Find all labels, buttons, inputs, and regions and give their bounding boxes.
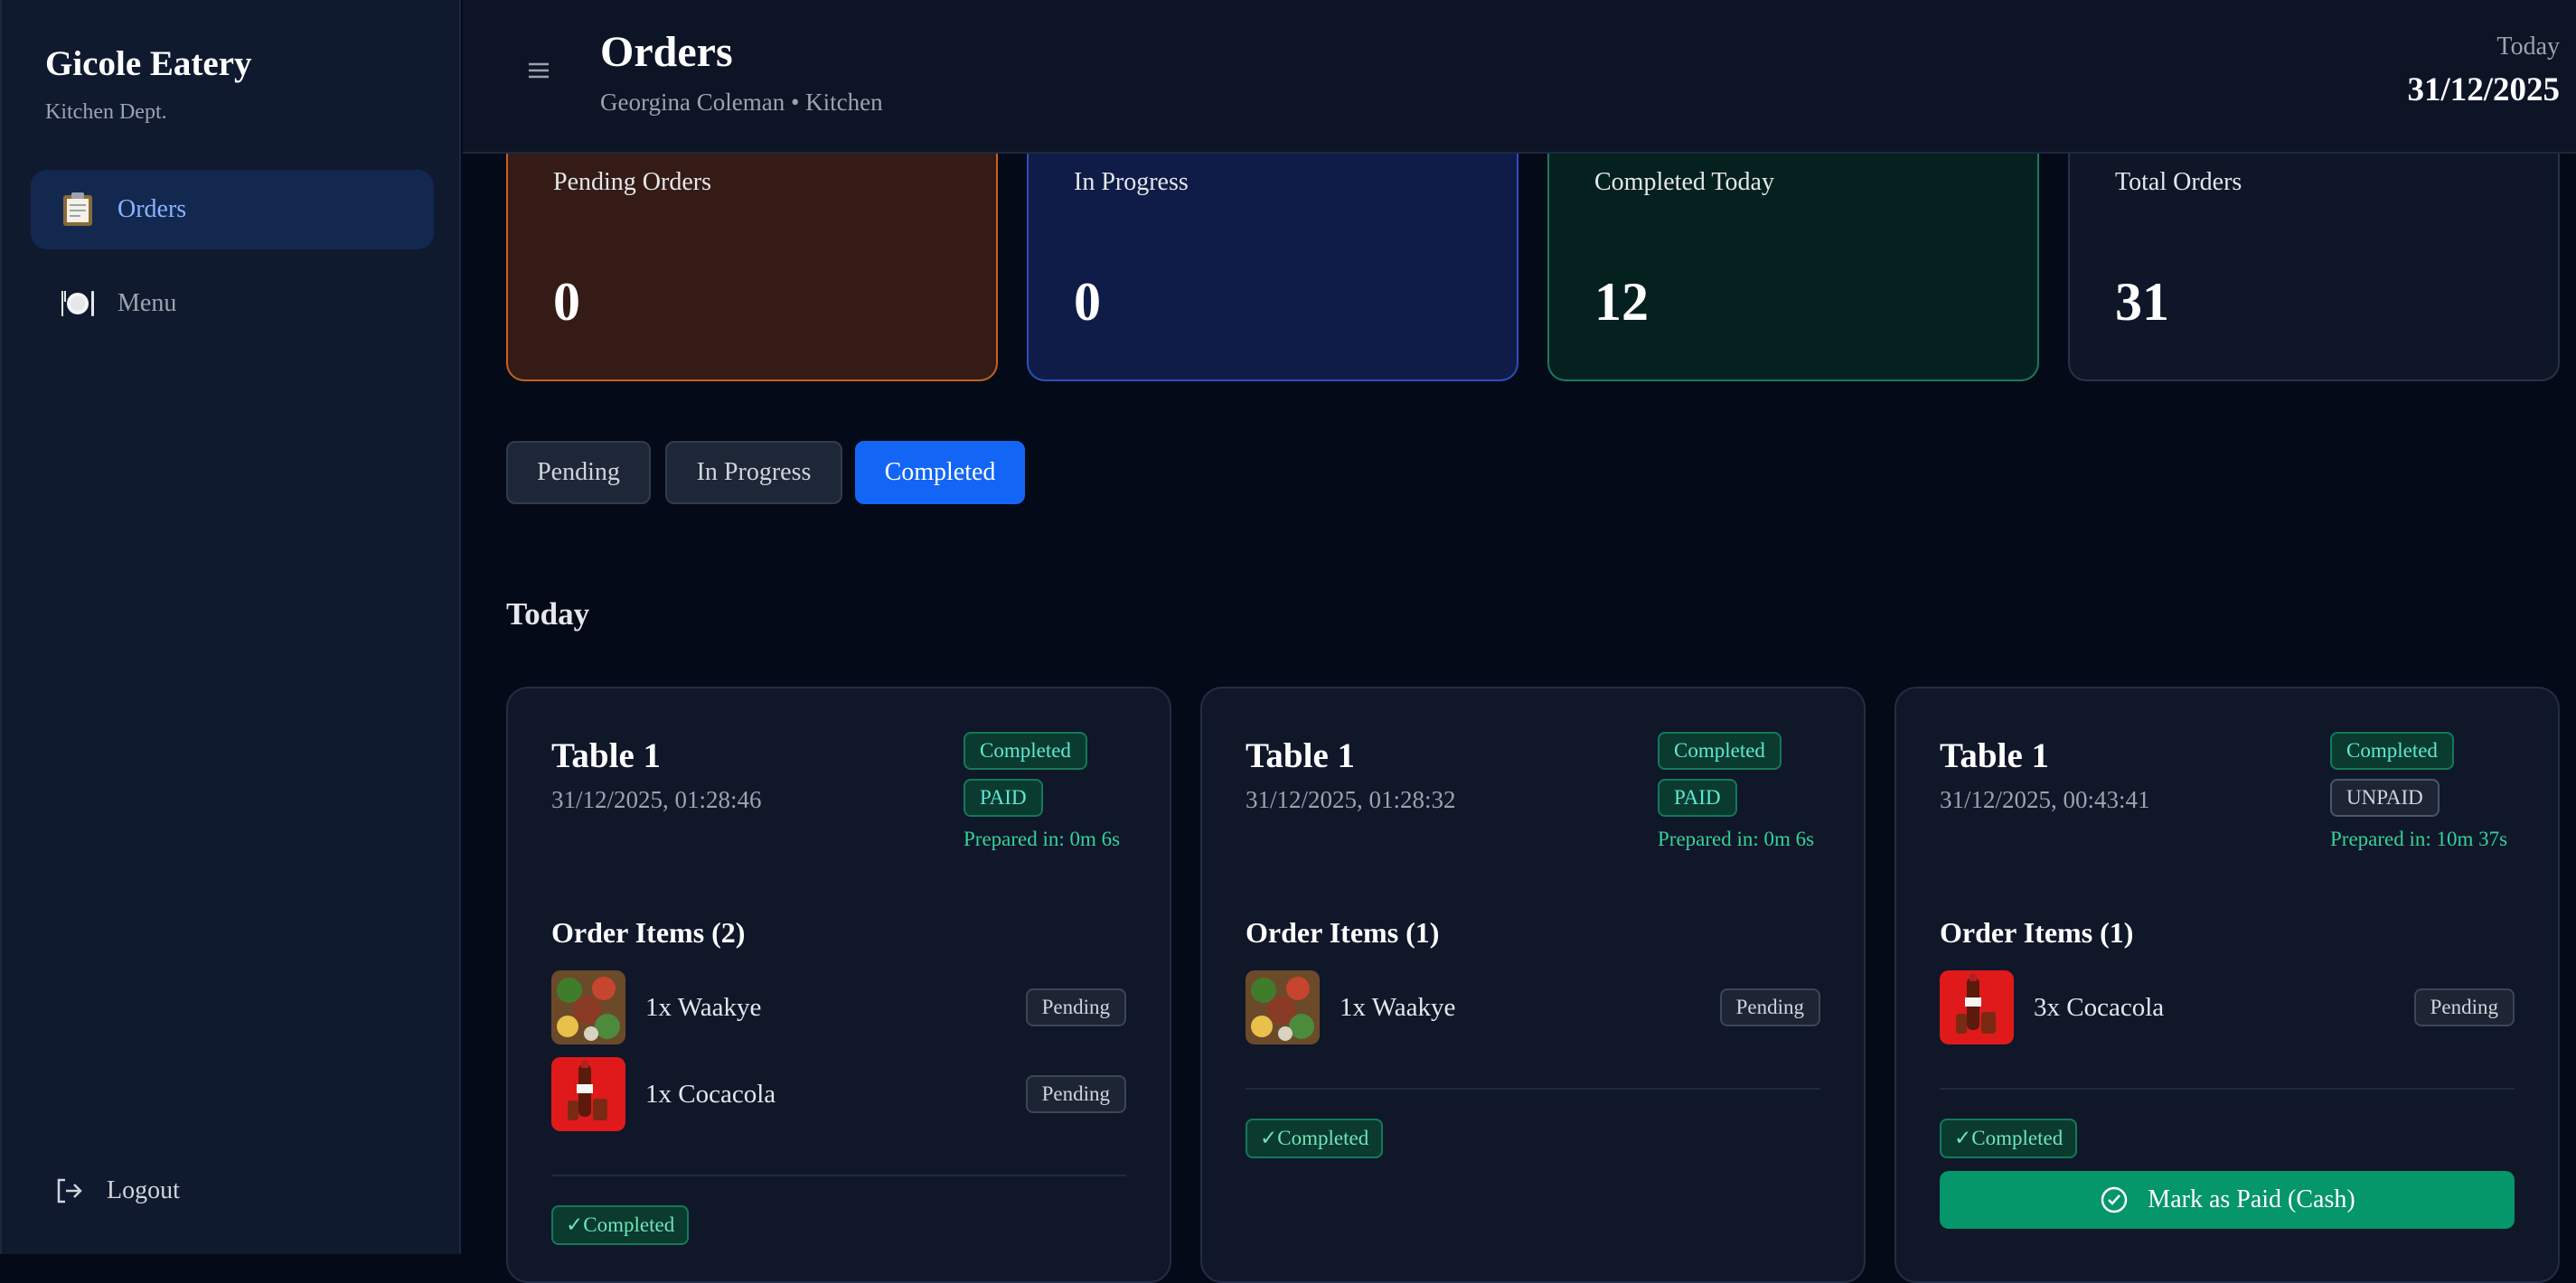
- mark-as-paid-label: Mark as Paid (Cash): [2148, 1185, 2355, 1213]
- hamburger-menu-icon[interactable]: [526, 60, 551, 81]
- order-timestamp: 31/12/2025, 01:28:46: [551, 786, 762, 813]
- order-timestamp: 31/12/2025, 01:28:32: [1246, 786, 1456, 813]
- stat-card-pending: Pending Orders 0: [506, 145, 998, 381]
- stat-card-total-orders: Total Orders 31: [2068, 145, 2560, 381]
- today-label: Today: [2496, 33, 2560, 61]
- divider: [551, 1175, 1126, 1176]
- stat-label: Pending Orders: [553, 168, 711, 196]
- clipboard-icon: [58, 190, 98, 229]
- sidebar-item-label: Orders: [118, 195, 187, 223]
- order-card: Table 1 31/12/2025, 01:28:32 Completed P…: [1200, 687, 1866, 1283]
- waakye-thumbnail: [1246, 970, 1320, 1044]
- item-status-badge: Pending: [1719, 988, 1820, 1026]
- filter-completed-button[interactable]: Completed: [855, 441, 1025, 504]
- logout-label: Logout: [107, 1176, 180, 1204]
- stat-card-in-progress: In Progress 0: [1027, 145, 1518, 381]
- mark-as-paid-button[interactable]: Mark as Paid (Cash): [1940, 1171, 2515, 1229]
- list-item: 1x Waakye Pending: [551, 970, 1126, 1044]
- order-status-badge: Completed: [2330, 732, 2454, 770]
- item-name: 1x Cocacola: [645, 1079, 776, 1109]
- completed-button[interactable]: ✓Completed: [1246, 1119, 1384, 1158]
- page-title: Orders: [600, 28, 733, 76]
- payment-badge: PAID: [1658, 779, 1737, 817]
- order-card: Table 1 31/12/2025, 01:28:46 Completed P…: [506, 687, 1171, 1283]
- cocacola-thumbnail: [1940, 970, 2014, 1044]
- item-status-badge: Pending: [1025, 1075, 1126, 1113]
- brand-name: Gicole Eatery: [45, 44, 252, 83]
- stat-label: Completed Today: [1594, 168, 1774, 196]
- user-role-subtitle: Georgina Coleman • Kitchen: [600, 89, 883, 116]
- order-timestamp: 31/12/2025, 00:43:41: [1940, 786, 2150, 813]
- stat-value: 0: [1074, 272, 1101, 332]
- stat-value: 0: [553, 272, 580, 332]
- stat-label: In Progress: [1074, 168, 1189, 196]
- order-items-title: Order Items (1): [1940, 916, 2134, 949]
- today-date: 31/12/2025: [2407, 71, 2560, 108]
- logout-button[interactable]: Logout: [52, 1171, 180, 1211]
- list-item: 1x Cocacola Pending: [551, 1057, 1126, 1131]
- order-items-title: Order Items (1): [1246, 916, 1440, 949]
- filter-in-progress-button[interactable]: In Progress: [665, 441, 842, 504]
- item-status-badge: Pending: [1025, 988, 1126, 1026]
- stat-value: 31: [2115, 272, 2169, 332]
- list-item: 3x Cocacola Pending: [1940, 970, 2515, 1044]
- department-label: Kitchen Dept.: [45, 100, 167, 124]
- sidebar: Gicole Eatery Kitchen Dept. Orders Menu …: [0, 0, 461, 1254]
- item-name: 3x Cocacola: [2034, 992, 2165, 1022]
- list-item: 1x Waakye Pending: [1246, 970, 1820, 1044]
- sidebar-item-label: Menu: [118, 289, 177, 317]
- order-status-badge: Completed: [964, 732, 1087, 770]
- stat-label: Total Orders: [2115, 168, 2242, 196]
- order-items-title: Order Items (2): [551, 916, 746, 949]
- page-header: Orders Georgina Coleman • Kitchen Today …: [463, 0, 2576, 154]
- payment-badge: UNPAID: [2330, 779, 2440, 817]
- item-status-badge: Pending: [2413, 988, 2515, 1026]
- filter-pending-button[interactable]: Pending: [506, 441, 651, 504]
- sidebar-item-menu[interactable]: Menu: [31, 264, 434, 343]
- payment-badge: PAID: [964, 779, 1043, 817]
- completed-button[interactable]: ✓Completed: [551, 1205, 690, 1245]
- order-status-badge: Completed: [1658, 732, 1782, 770]
- prep-time: Prepared in: 0m 6s: [1658, 828, 1815, 850]
- check-circle-icon: [2099, 1185, 2129, 1215]
- divider: [1940, 1088, 2515, 1090]
- divider: [1246, 1088, 1820, 1090]
- completed-button[interactable]: ✓Completed: [1940, 1119, 2078, 1158]
- logout-icon: [52, 1171, 85, 1211]
- plate-cutlery-icon: [58, 284, 98, 323]
- item-name: 1x Waakye: [645, 992, 762, 1022]
- stat-card-completed-today: Completed Today 12: [1547, 145, 2039, 381]
- order-table-name: Table 1: [551, 736, 662, 775]
- stat-value: 12: [1594, 272, 1649, 332]
- order-table-name: Table 1: [1246, 736, 1356, 775]
- cocacola-thumbnail: [551, 1057, 625, 1131]
- order-table-name: Table 1: [1940, 736, 2050, 775]
- prep-time: Prepared in: 10m 37s: [2330, 828, 2508, 850]
- item-name: 1x Waakye: [1340, 992, 1456, 1022]
- waakye-thumbnail: [551, 970, 625, 1044]
- order-card: Table 1 31/12/2025, 00:43:41 Completed U…: [1894, 687, 2560, 1283]
- section-heading-today: Today: [506, 596, 590, 632]
- sidebar-item-orders[interactable]: Orders: [31, 170, 434, 249]
- prep-time: Prepared in: 0m 6s: [964, 828, 1121, 850]
